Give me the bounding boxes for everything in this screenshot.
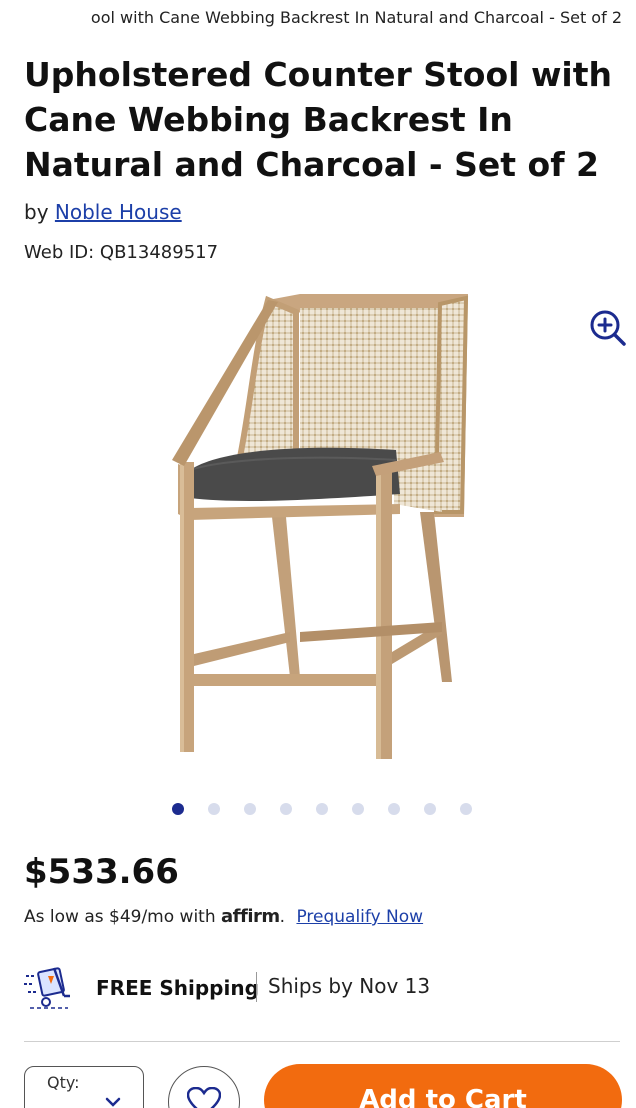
- brand-byline: by Noble House: [24, 200, 182, 224]
- brand-link[interactable]: Noble House: [55, 200, 182, 224]
- carousel-dot[interactable]: [424, 803, 436, 815]
- carousel-dot[interactable]: [352, 803, 364, 815]
- ships-by-date: Ships by Nov 13: [268, 974, 431, 998]
- carousel-dot[interactable]: [316, 803, 328, 815]
- prequalify-link[interactable]: Prequalify Now: [296, 907, 423, 927]
- carousel-dot[interactable]: [208, 803, 220, 815]
- shipping-truck-icon: [24, 967, 70, 1009]
- chevron-down-icon: [105, 1097, 121, 1107]
- breadcrumb-text[interactable]: ool with Cane Webbing Backrest In Natura…: [91, 8, 622, 27]
- shipping-info: FREE Shipping Ships by Nov 13: [24, 962, 624, 1014]
- quantity-select[interactable]: Qty:: [24, 1066, 144, 1108]
- product-title: Upholstered Counter Stool with Cane Webb…: [24, 55, 613, 184]
- price: $533.66: [24, 852, 179, 892]
- web-id: Web ID: QB13489517: [24, 242, 219, 263]
- carousel-dot[interactable]: [460, 803, 472, 815]
- heart-icon: [187, 1087, 221, 1108]
- stool-illustration: [172, 294, 469, 759]
- affirm-logo: affirm: [221, 906, 280, 927]
- product-image[interactable]: [150, 282, 490, 772]
- shipping-separator: [256, 972, 257, 1002]
- image-carousel-dots: [0, 803, 636, 817]
- carousel-dot[interactable]: [388, 803, 400, 815]
- financing-prefix: As low as $49/mo with: [24, 907, 216, 927]
- zoom-in-icon: [590, 310, 626, 346]
- zoom-button[interactable]: [588, 308, 628, 348]
- wishlist-button[interactable]: [168, 1066, 240, 1108]
- free-shipping-label: FREE Shipping: [96, 976, 259, 1000]
- divider: [24, 1041, 620, 1042]
- carousel-dot[interactable]: [244, 803, 256, 815]
- financing-info: As low as $49/mo with affirm. Prequalify…: [24, 906, 423, 927]
- add-to-cart-button[interactable]: Add to Cart: [264, 1064, 622, 1108]
- breadcrumb[interactable]: ool with Cane Webbing Backrest In Natura…: [0, 8, 622, 27]
- carousel-dot[interactable]: [172, 803, 184, 815]
- financing-suffix: .: [279, 907, 286, 927]
- carousel-dot[interactable]: [280, 803, 292, 815]
- qty-label: Qty:: [47, 1073, 80, 1092]
- by-prefix: by: [24, 200, 49, 224]
